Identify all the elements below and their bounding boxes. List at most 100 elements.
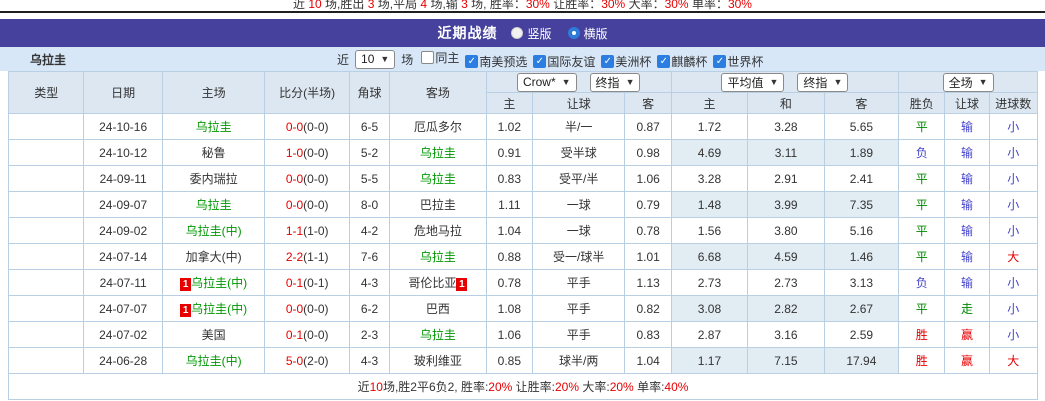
cell-away-team: 玻利维亚 [389,347,487,374]
team-link[interactable]: 危地马拉 [414,224,462,238]
filter-checkbox[interactable]: 同主 [421,49,459,66]
filter-checkbox[interactable]: ✓ 美洲杯 [601,53,651,70]
chevron-down-icon: ▼ [380,53,390,64]
team-link[interactable]: 乌拉圭 [420,172,456,186]
cell-odds-home: 1.06 [485,321,533,348]
odds-stage-select-2[interactable]: 终指 ▼ [797,72,849,92]
team-link[interactable]: 乌拉圭 [196,120,232,134]
radio-icon[interactable] [511,27,524,39]
cell-away-team: 乌拉圭 [389,321,487,348]
team-link[interactable]: 厄瓜多尔 [414,120,462,134]
table-row: 南美预选 24-10-12 秘鲁 1-0(0-0) 5-2 乌拉圭 0.91 受半球 0.98 4… [7,139,1039,166]
cell-avg-home: 1.17 [670,347,749,374]
table-row: 南美预选 24-10-16 乌拉圭 0-0(0-0) 6-5 厄瓜多尔 1.02 半/一 0.8… [7,113,1039,140]
halftime-score: (0-0) [303,301,329,316]
cell-result-wdl: 平 [898,113,946,140]
cell-handicap: 平手 [531,321,626,348]
cell-match-type: 南美预选 [7,191,85,218]
cell-score: 0-1(0-0) [264,321,350,348]
cell-date: 24-09-02 [83,217,163,244]
team-link[interactable]: 美国 [202,328,226,342]
cell-home-team: 秘鲁 [161,139,266,166]
team-link[interactable]: 乌拉圭(中) [191,302,247,316]
table-foot: 近10场,胜2平6负2, 胜率:20% 让胜率:20% 大率:20% 单率:40… [8,373,1038,400]
team-link[interactable]: 巴拉圭 [420,198,456,212]
table-row: 国际友谊 24-09-02 乌拉圭(中) 1-1(1-0) 4-2 危地马拉 1.04 一球 0… [7,217,1039,244]
cell-away-team: 巴西 [389,295,487,322]
cell-away-team: 巴拉圭 [389,191,487,218]
cell-odds-home: 1.11 [485,191,533,218]
fulltime-score: 0-1 [285,275,304,290]
col-header-home: 主场 [161,71,266,114]
stat-segment: 10 [308,0,322,11]
cell-result-handicap: 输 [944,165,990,192]
team-link[interactable]: 乌拉圭(中) [186,224,242,238]
stat-segment: 单率: [633,380,665,394]
team-link[interactable]: 乌拉圭 [420,146,456,160]
top-summary-text: 近 10 场,胜出 3 场,平局 4 场,输 3 场, 胜率：30% 让胜率：3… [0,0,1045,11]
cell-avg-draw: 2.82 [747,295,825,322]
cell-result-wdl: 平 [898,243,946,270]
cell-corners: 6-5 [348,113,391,140]
chevron-down-icon: ▼ [769,76,779,87]
cell-avg-home: 6.68 [670,243,749,270]
scope-select[interactable]: 全场 ▼ [942,72,994,92]
cell-result-handicap: 输 [944,269,990,296]
filter-checkbox[interactable]: ✓ 南美预选 [465,53,527,70]
cell-away-team: 乌拉圭 [389,243,487,270]
odds-stage-select-1[interactable]: 终指 ▼ [589,72,641,92]
stat-segment: 30% [664,0,689,11]
team-link[interactable]: 乌拉圭 [420,328,456,342]
team-link[interactable]: 委内瑞拉 [190,172,238,186]
team-link[interactable]: 玻利维亚 [414,354,462,368]
cell-date: 24-07-14 [83,243,163,270]
checkbox-label: 南美预选 [479,54,528,69]
team-link[interactable]: 哥伦比亚 [408,276,456,290]
checkbox-checked-icon[interactable]: ✓ [601,54,615,68]
team-link[interactable]: 巴西 [426,302,450,316]
table-head: 类型 日期 主场 比分(半场) 角球 客场 Crow* ▼ 终指 ▼ 平均值 ▼… [7,71,1039,114]
checkbox-checked-icon[interactable]: ✓ [713,54,727,68]
cell-avg-draw: 3.16 [747,321,825,348]
checkbox-checked-icon[interactable]: ✓ [465,54,479,68]
cell-result-handicap: 赢 [944,321,990,348]
checkbox-label: 世界杯 [727,54,764,69]
filter-checkbox[interactable]: ✓ 世界杯 [713,53,763,70]
team-link[interactable]: 乌拉圭(中) [186,354,242,368]
fulltime-score: 0-1 [285,327,304,342]
subcol-avg-away: 客 [823,92,900,114]
layout-radio-horizontal[interactable]: 横版 [567,25,608,42]
cell-result-goals: 小 [988,113,1039,140]
filter-checkbox[interactable]: ✓ 国际友谊 [533,53,595,70]
filter-checkbox[interactable]: ✓ 麒麟杯 [657,53,707,70]
avg-select[interactable]: 平均值 ▼ [721,72,785,92]
layout-radio-vertical[interactable]: 竖版 [511,25,552,42]
subcol-handicap: 让球 [531,92,626,114]
cell-avg-draw: 3.11 [747,139,825,166]
cell-match-type: 国际友谊 [7,217,85,244]
subcol-result-wdl: 胜负 [898,92,946,114]
cell-odds-away: 1.01 [624,243,672,270]
cell-away-team: 哥伦比亚 1 [389,269,487,296]
cell-result-handicap: 输 [944,139,990,166]
team-link[interactable]: 加拿大(中) [186,250,242,264]
cell-avg-away: 3.13 [823,269,900,296]
checkbox-checked-icon[interactable]: ✓ [533,54,547,68]
team-link[interactable]: 乌拉圭(中) [191,276,247,290]
checkbox-checked-icon[interactable]: ✓ [657,54,671,68]
cell-corners: 4-3 [348,347,391,374]
table-row: 美洲杯 24-07-11 1 乌拉圭(中) 0-1(0-1) 4-3 哥伦比亚 1 0.78 平手… [7,269,1039,296]
team-link[interactable]: 乌拉圭 [196,198,232,212]
checkbox-unchecked-icon[interactable] [421,50,435,64]
subcol-odds-home: 主 [485,92,533,114]
team-link[interactable]: 乌拉圭 [420,250,456,264]
match-count-select[interactable]: 10 ▼ [355,49,396,69]
cell-handicap: 球半/两 [531,347,626,374]
stat-segment: 20% [488,380,513,394]
cell-score: 0-0(0-0) [264,295,350,322]
table-row: 美洲杯 24-07-07 1 乌拉圭(中) 0-0(0-0) 6-2 巴西 1.08 平手 0.8… [7,295,1039,322]
cell-match-type: 美洲杯 [7,295,85,322]
odds-source-select[interactable]: Crow* ▼ [516,72,577,92]
radio-icon[interactable] [567,27,580,39]
team-link[interactable]: 秘鲁 [202,146,226,160]
